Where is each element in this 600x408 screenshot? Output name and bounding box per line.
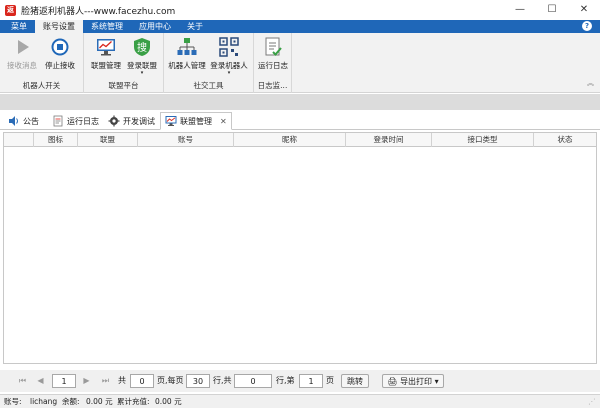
run-log-label: 运行日志 <box>258 61 288 70</box>
chevron-down-icon: ▾ <box>227 70 231 76</box>
previous-page-icon[interactable]: ◀ <box>34 374 47 388</box>
tab-dev-debug[interactable]: 开发调试 <box>104 112 159 130</box>
help-icon[interactable]: ? <box>582 21 592 31</box>
ribbon-group-alliance-platform: 联盟管理 搜 登录联盟 ▾ 联盟平台 <box>84 33 164 93</box>
ribbon-group-label-robot-switch: 机器人开关 <box>22 81 61 90</box>
tab-alliance-management-label: 联盟管理 <box>180 116 212 126</box>
ribbon-group-label-log-monitor: 日志监... <box>257 81 288 90</box>
status-bar: 账号: lichang 余额: 0.00 元 累计充值: 0.00 元 ⋰ <box>0 394 600 408</box>
window-title: 脸猪返利机器人---www.facezhu.com <box>21 6 176 17</box>
stop-receiving-button[interactable]: 停止接收 <box>42 35 78 77</box>
network-icon <box>177 37 197 57</box>
rows-total-label: 行,共 <box>213 376 232 385</box>
log-icon <box>263 37 283 57</box>
pagination-bar: ⏮ ◀ 1 ▶ ⏭ 共 0 页,每页 30 行,共 0 行,第 1 页 跳转 🖨… <box>0 370 600 392</box>
column-header-nickname[interactable]: 昵称 <box>234 133 346 147</box>
menu-bar: 菜单 账号设置 系统管理 应用中心 关于 ? <box>0 20 600 33</box>
column-header-account[interactable]: 账号 <box>138 133 234 147</box>
alliance-management-label: 联盟管理 <box>91 61 121 70</box>
current-page-input[interactable]: 1 <box>52 374 76 388</box>
recharge-value: 0.00 元 <box>155 397 182 406</box>
column-header-login-time[interactable]: 登录时间 <box>346 133 432 147</box>
next-page-icon[interactable]: ▶ <box>80 374 93 388</box>
stop-icon <box>50 37 70 57</box>
ribbon-separator-strip <box>0 94 600 110</box>
menu-tab-apps[interactable]: 应用中心 <box>131 20 179 33</box>
tab-run-log[interactable]: 运行日志 <box>48 112 103 130</box>
ribbon-group-log-monitor: 运行日志 日志监... <box>254 33 292 93</box>
account-label: 账号: <box>4 397 22 406</box>
total-pages-value: 0 <box>130 374 154 388</box>
column-header-icon[interactable]: 图标 <box>34 133 78 147</box>
ribbon: 接收消息 停止接收 机器人开关 联盟管理 搜 登录联盟 ▾ 联盟平台 机器人管理… <box>0 33 600 93</box>
tab-run-log-label: 运行日志 <box>67 116 99 126</box>
collapse-ribbon-icon[interactable]: ︽ <box>587 78 594 88</box>
monitor-chart-icon <box>96 37 116 57</box>
per-page-label: 页,每页 <box>157 376 184 385</box>
account-value: lichang <box>30 397 58 406</box>
total-pages-label: 共 <box>118 376 126 385</box>
login-robot-button[interactable]: 登录机器人 ▾ <box>208 35 250 77</box>
tab-dev-debug-label: 开发调试 <box>123 116 155 126</box>
per-page-input[interactable]: 30 <box>186 374 210 388</box>
close-tab-icon[interactable]: ✕ <box>220 117 227 126</box>
bug-icon <box>108 115 120 127</box>
login-alliance-button[interactable]: 搜 登录联盟 ▾ <box>124 35 160 77</box>
window-controls: — ☐ ✕ <box>504 0 600 20</box>
total-rows-value: 0 <box>234 374 272 388</box>
export-print-button[interactable]: 🖨 导出打印 ▾ <box>382 374 444 388</box>
chevron-down-icon: ▾ <box>434 377 439 386</box>
first-page-icon[interactable]: ⏮ <box>16 374 29 388</box>
column-header-alliance[interactable]: 联盟 <box>78 133 138 147</box>
play-icon <box>12 37 32 57</box>
menu-tab-about[interactable]: 关于 <box>179 20 211 33</box>
jump-button[interactable]: 跳转 <box>341 374 369 388</box>
resize-grip-icon[interactable]: ⋰ <box>588 395 596 408</box>
menu-tab-account-settings[interactable]: 账号设置 <box>35 20 83 33</box>
app-logo-icon: 返 <box>5 4 16 16</box>
log-icon <box>52 115 64 127</box>
speaker-icon <box>8 115 20 127</box>
qrcode-icon <box>219 37 239 57</box>
robot-management-button[interactable]: 机器人管理 <box>166 35 208 77</box>
menu-tab-system[interactable]: 系统管理 <box>83 20 131 33</box>
printer-icon: 🖨 <box>387 377 401 386</box>
goto-page-input[interactable]: 1 <box>299 374 323 388</box>
recharge-label: 累计充值: <box>117 397 150 406</box>
stop-receiving-label: 停止接收 <box>45 61 75 70</box>
column-header-status[interactable]: 状态 <box>534 133 596 147</box>
ribbon-group-label-social-tools: 社交工具 <box>193 81 224 90</box>
monitor-chart-icon <box>165 115 177 127</box>
svg-text:搜: 搜 <box>137 41 147 54</box>
balance-label: 余额: <box>62 397 80 406</box>
row-indicator-header <box>4 133 34 147</box>
page-unit-label: 页 <box>326 376 334 385</box>
alliance-management-button[interactable]: 联盟管理 <box>88 35 124 77</box>
receive-messages-button[interactable]: 接收消息 <box>4 35 40 77</box>
run-log-button[interactable]: 运行日志 <box>255 35 291 77</box>
goto-page-label: 行,第 <box>276 376 295 385</box>
minimize-button[interactable]: — <box>504 0 536 20</box>
last-page-icon[interactable]: ⏭ <box>99 374 112 388</box>
title-bar: 返 脸猪返利机器人---www.facezhu.com — ☐ ✕ <box>0 0 600 20</box>
document-tabs: 公告 运行日志 开发调试 联盟管理 ✕ <box>0 110 600 130</box>
table-header: 图标 联盟 账号 昵称 登录时间 接口类型 状态 <box>4 133 596 147</box>
chevron-down-icon: ▾ <box>140 70 144 76</box>
ribbon-group-robot-switch: 接收消息 停止接收 机器人开关 <box>0 33 84 93</box>
balance-value: 0.00 元 <box>86 397 113 406</box>
export-print-label: 导出打印 <box>400 377 433 386</box>
robot-management-label: 机器人管理 <box>168 61 206 70</box>
menu-tab-menu[interactable]: 菜单 <box>3 20 35 33</box>
tab-announcement-label: 公告 <box>23 116 39 126</box>
alliance-table[interactable]: 图标 联盟 账号 昵称 登录时间 接口类型 状态 <box>3 132 597 364</box>
receive-messages-label: 接收消息 <box>7 61 37 70</box>
ribbon-group-label-alliance-platform: 联盟平台 <box>108 81 139 90</box>
tab-alliance-management[interactable]: 联盟管理 ✕ <box>160 112 232 130</box>
tab-announcement[interactable]: 公告 <box>4 112 43 130</box>
maximize-button[interactable]: ☐ <box>536 0 568 20</box>
ribbon-group-social-tools: 机器人管理 登录机器人 ▾ 社交工具 <box>164 33 254 93</box>
sou-login-icon: 搜 <box>132 37 152 57</box>
column-header-interface-type[interactable]: 接口类型 <box>432 133 534 147</box>
close-button[interactable]: ✕ <box>568 0 600 20</box>
